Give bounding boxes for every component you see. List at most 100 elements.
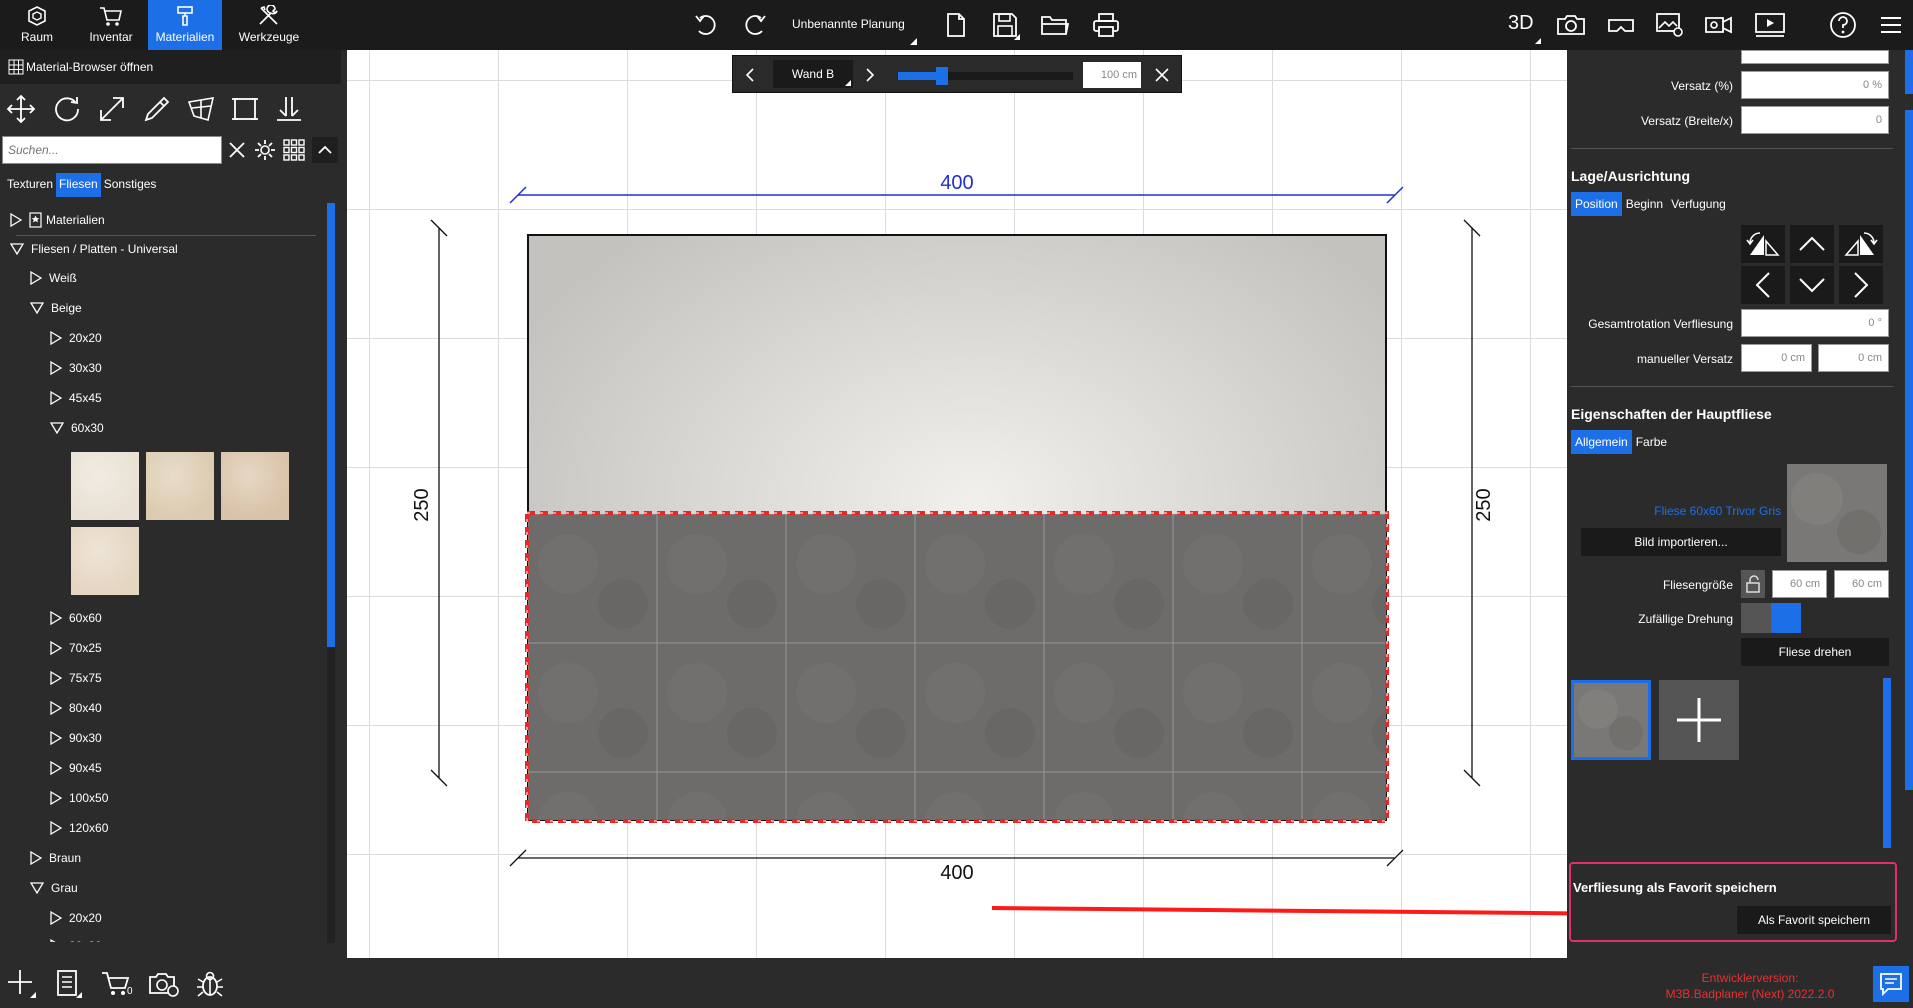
open-folder-button[interactable] (1037, 8, 1073, 42)
move-up-button[interactable] (1790, 225, 1834, 263)
tree-item-fliesen-platten[interactable]: Fliesen / Platten - Universal (10, 238, 178, 260)
panel-scrollbar-top[interactable] (1905, 50, 1913, 94)
tab-beginn[interactable]: Beginn (1622, 192, 1667, 216)
tree-item-grau-20x20[interactable]: 20x20 (50, 907, 102, 929)
next-wall-button[interactable] (859, 64, 881, 86)
render-settings-button[interactable] (146, 966, 182, 1002)
tree-item-90x45[interactable]: 90x45 (50, 757, 102, 779)
redo-button[interactable] (737, 8, 773, 42)
tab-sonstiges[interactable]: Sonstiges (101, 173, 160, 197)
add-element-button[interactable] (4, 966, 40, 1002)
materialien-button[interactable]: Materialien (148, 0, 222, 50)
manueller-versatz-y-input[interactable] (1818, 344, 1889, 372)
new-file-button[interactable] (938, 8, 974, 42)
raum-button[interactable]: Raum (0, 0, 74, 50)
versatz-pct-input[interactable] (1741, 71, 1889, 99)
panel-scrollbar[interactable] (1905, 110, 1913, 790)
eyedropper-tool[interactable] (140, 92, 174, 126)
tree-scrollbar-thumb[interactable] (327, 203, 335, 647)
tree-item-grau-30x30[interactable]: 30x30 (50, 935, 102, 942)
prev-wall-button[interactable] (739, 64, 761, 86)
tree-item-80x40[interactable]: 80x40 (50, 697, 102, 719)
bug-report-button[interactable] (192, 966, 228, 1002)
tile-preview-image[interactable] (1787, 464, 1887, 562)
close-wall-view-button[interactable] (1151, 64, 1173, 86)
rotate-left-button[interactable] (1741, 225, 1785, 263)
main-tile-thumbnail[interactable] (1571, 680, 1651, 760)
search-input[interactable] (2, 136, 222, 164)
collapse-button[interactable] (312, 137, 338, 163)
manueller-versatz-x-input[interactable] (1741, 344, 1812, 372)
tree-item-60x60[interactable]: 60x60 (50, 607, 102, 629)
inventar-button[interactable]: Inventar (74, 0, 148, 50)
save-button[interactable] (987, 8, 1023, 42)
wall-width-input[interactable] (1083, 62, 1141, 88)
tile-swatch[interactable] (71, 527, 139, 595)
slider-thumb[interactable] (935, 67, 948, 85)
tile-swatch[interactable] (221, 452, 289, 520)
tab-position[interactable]: Position (1571, 192, 1622, 216)
fliese-drehen-button[interactable]: Fliese drehen (1741, 638, 1889, 666)
tree-item-30x30[interactable]: 30x30 (50, 357, 102, 379)
tab-texturen[interactable]: Texturen (4, 173, 56, 197)
tree-item-weiss[interactable]: Weiß (30, 267, 77, 289)
align-tool[interactable] (272, 92, 306, 126)
add-tile-button[interactable] (1659, 680, 1739, 760)
zufaellige-drehung-toggle[interactable] (1741, 603, 1801, 633)
tile-swatch[interactable] (71, 452, 139, 520)
print-button[interactable] (1088, 8, 1124, 42)
move-tool[interactable] (4, 92, 38, 126)
move-left-button[interactable] (1741, 266, 1785, 304)
menu-button[interactable] (1873, 8, 1909, 42)
rotate-tool[interactable] (50, 92, 84, 126)
partial-input-field[interactable] (1741, 50, 1889, 64)
tree-item-20x20[interactable]: 20x20 (50, 327, 102, 349)
tree-item-braun[interactable]: Braun (30, 847, 81, 869)
material-browser-button[interactable]: Material-Browser öffnen (0, 50, 341, 84)
tiles-scrollbar[interactable] (1883, 678, 1891, 848)
cart-button[interactable]: 0 (96, 966, 140, 1002)
fliesengroesse-height-input[interactable] (1834, 570, 1889, 598)
tile-name-link[interactable]: Fliese 60x60 Trivor Gris (1571, 504, 1781, 518)
list-view-button[interactable] (50, 966, 86, 1002)
wall-zoom-slider[interactable] (898, 67, 1073, 85)
chat-button[interactable] (1873, 966, 1909, 1002)
help-button[interactable] (1825, 8, 1861, 42)
tree-item-90x30[interactable]: 90x30 (50, 727, 102, 749)
tab-allgemein[interactable]: Allgemein (1571, 430, 1632, 454)
vr-button[interactable] (1603, 8, 1639, 42)
tree-item-45x45[interactable]: 45x45 (50, 387, 102, 409)
undo-button[interactable] (688, 8, 724, 42)
move-right-button[interactable] (1839, 266, 1883, 304)
versatz-breite-input[interactable] (1741, 106, 1889, 134)
tree-item-100x50[interactable]: 100x50 (50, 787, 108, 809)
gesamtrotation-input[interactable] (1741, 309, 1889, 337)
tree-item-70x25[interactable]: 70x25 (50, 637, 102, 659)
tab-fliesen[interactable]: Fliesen (56, 173, 101, 197)
tile-swatch[interactable] (146, 452, 214, 520)
frame-tool[interactable] (228, 92, 262, 126)
tree-item-75x75[interactable]: 75x75 (50, 667, 102, 689)
tab-farbe[interactable]: Farbe (1632, 430, 1671, 454)
tiled-area[interactable] (528, 514, 1386, 820)
werkzeuge-button[interactable]: Werkzeuge (232, 0, 306, 50)
wall-name-dropdown[interactable]: Wand B (773, 60, 853, 88)
plan-title[interactable]: Unbenannte Planung (792, 17, 905, 31)
als-favorit-speichern-button[interactable]: Als Favorit speichern (1737, 906, 1891, 934)
presentation-button[interactable] (1752, 8, 1788, 42)
perspective-tool[interactable] (184, 92, 218, 126)
tree-item-beige[interactable]: Beige (30, 297, 82, 319)
camera-button[interactable] (1553, 8, 1589, 42)
aspect-lock-button[interactable] (1741, 570, 1765, 598)
tab-verfugung[interactable]: Verfugung (1667, 192, 1730, 216)
rotate-right-button[interactable] (1839, 225, 1883, 263)
video-export-button[interactable] (1701, 8, 1737, 42)
tree-item-grau[interactable]: Grau (30, 877, 78, 899)
grid-view-button[interactable] (281, 137, 307, 163)
move-down-button[interactable] (1790, 266, 1834, 304)
bild-importieren-button[interactable]: Bild importieren... (1581, 528, 1781, 556)
clear-search-button[interactable] (224, 137, 250, 163)
filter-settings-button[interactable] (252, 137, 278, 163)
view-3d-button[interactable]: 3D (1508, 12, 1534, 35)
tree-item-120x60[interactable]: 120x60 (50, 817, 108, 839)
